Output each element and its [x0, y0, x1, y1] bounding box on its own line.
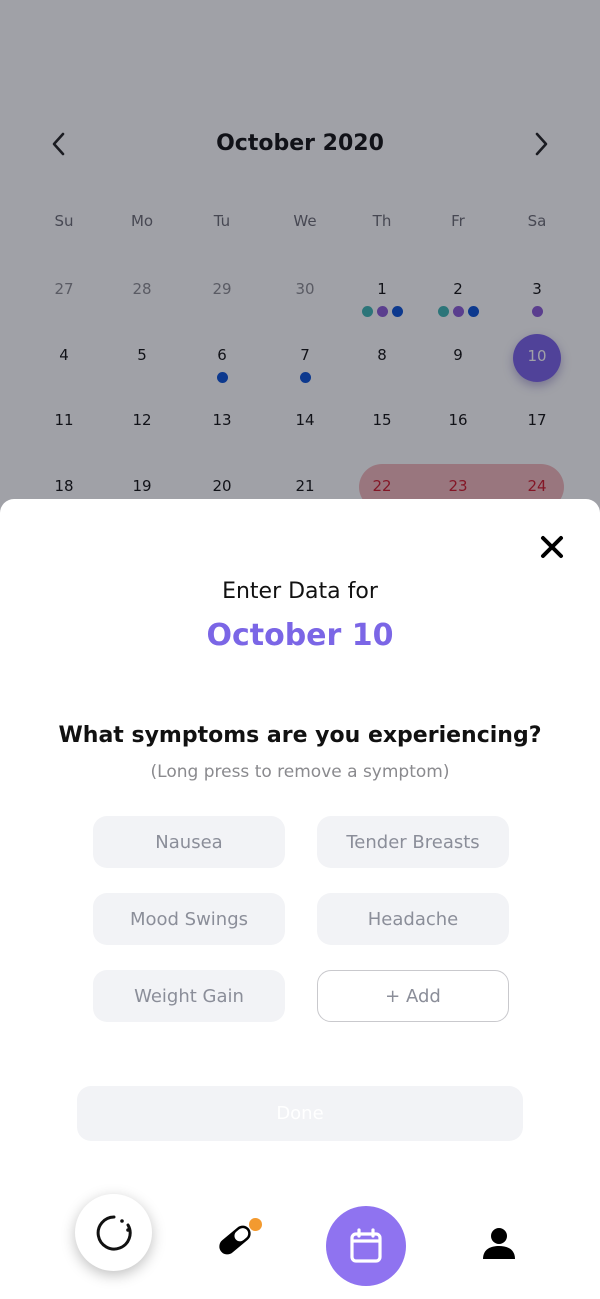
done-button[interactable]: Done: [77, 1086, 523, 1141]
tab-calendar[interactable]: [326, 1206, 406, 1286]
bottom-tab-bar: [0, 1180, 600, 1299]
symptom-chip-nausea[interactable]: Nausea: [93, 816, 285, 868]
enter-data-sheet: Enter Data for October 10 What symptoms …: [0, 499, 600, 1299]
notification-badge: [249, 1218, 262, 1231]
tab-medications[interactable]: [200, 1210, 270, 1270]
calendar-icon: [350, 1228, 382, 1263]
symptoms-question: What symptoms are you experiencing?: [58, 723, 542, 748]
symptoms-hint: (Long press to remove a symptom): [150, 762, 450, 782]
tab-profile[interactable]: [468, 1212, 530, 1274]
symptom-chip-mood-swings[interactable]: Mood Swings: [93, 893, 285, 945]
symptom-chip-tender-breasts[interactable]: Tender Breasts: [317, 816, 509, 868]
selected-date-heading: October 10: [206, 618, 394, 653]
add-symptom-button[interactable]: + Add: [317, 970, 509, 1022]
close-icon: [541, 536, 563, 558]
symptom-chip-weight-gain[interactable]: Weight Gain: [93, 970, 285, 1022]
tab-cycle[interactable]: [75, 1194, 152, 1271]
close-button[interactable]: [534, 529, 570, 565]
profile-icon: [483, 1228, 515, 1259]
symptom-chip-headache[interactable]: Headache: [317, 893, 509, 945]
sheet-title: Enter Data for: [222, 579, 378, 604]
cycle-icon: [96, 1215, 132, 1250]
